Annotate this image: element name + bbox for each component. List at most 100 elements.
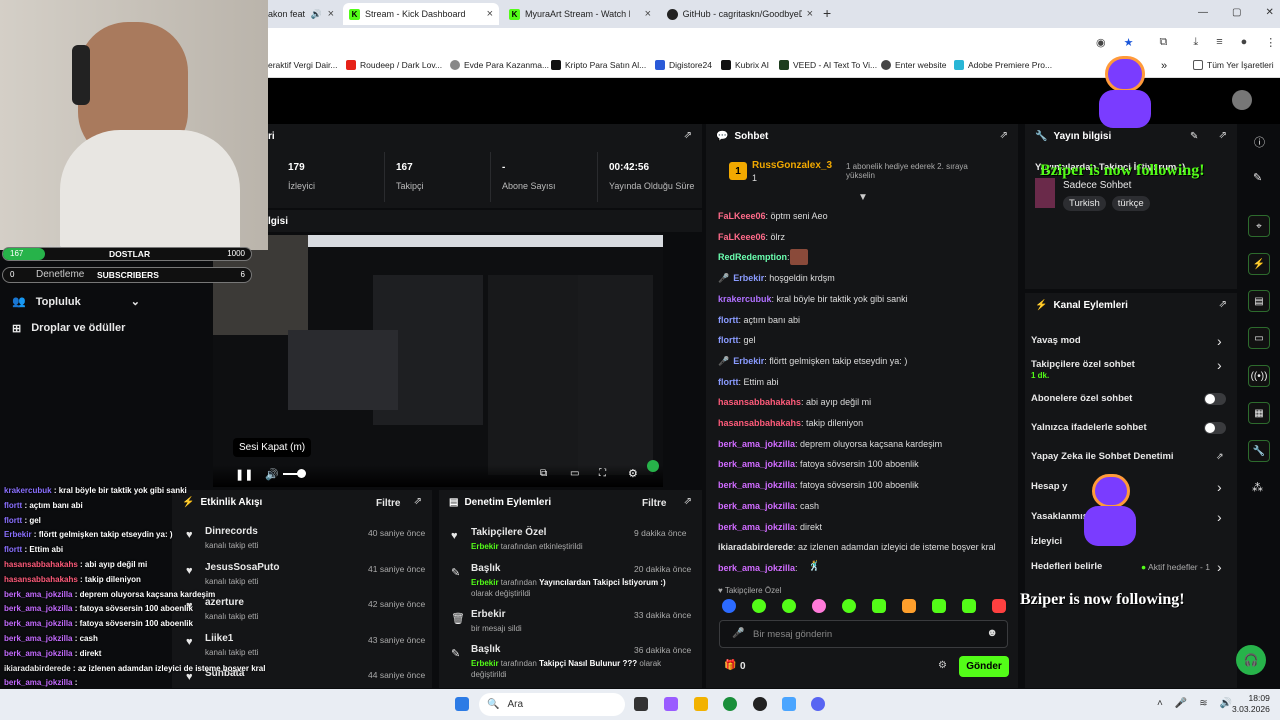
chat-username[interactable]: FaLKeee06 <box>718 211 766 221</box>
channel-action-label[interactable]: Hedefleri belirle <box>1031 561 1102 572</box>
support-button[interactable]: 🎧 <box>1236 645 1266 675</box>
browser-tab-active[interactable]: K Stream - Kick Dashboard × <box>343 3 499 25</box>
activity-name[interactable]: JesusSosaPuto <box>205 562 279 573</box>
volume-icon[interactable]: 🔊 <box>265 468 279 481</box>
bookmark[interactable]: eraktif Vergi Dair... <box>268 60 337 70</box>
channel-action-label[interactable]: Abonelere özel sohbet <box>1031 393 1132 404</box>
bolt-icon[interactable]: ⚡ <box>1248 253 1270 275</box>
tag[interactable]: Turkish <box>1063 196 1106 211</box>
extensions-icon[interactable]: ⧉ <box>1159 36 1167 49</box>
chat-username[interactable]: hasansabbahakahs <box>718 397 801 407</box>
moderation-actor[interactable]: Erbekir <box>471 659 499 668</box>
collapse-icon[interactable]: ▼ <box>858 192 868 203</box>
channel-action-label[interactable]: Yalnızca ifadelerle sohbet <box>1031 422 1147 433</box>
edit-icon[interactable]: ✎ <box>1190 131 1198 142</box>
clock[interactable]: 18:09 3.03.2026 <box>1232 693 1270 715</box>
bookmark[interactable]: Adobe Premiere Pro... <box>954 60 1052 70</box>
chevron-right-icon[interactable]: › <box>1217 559 1222 575</box>
avatar[interactable] <box>1232 90 1252 110</box>
gift-icon[interactable]: 🎁 <box>724 660 736 671</box>
close-icon[interactable]: × <box>807 8 813 20</box>
chat-username[interactable]: FaLKeee06 <box>718 232 766 242</box>
bookmark[interactable]: Kripto Para Satın Al... <box>551 60 646 70</box>
chat-username[interactable]: ikiaradabirderede <box>718 542 793 552</box>
copilot-icon[interactable] <box>664 697 678 711</box>
profile-icon[interactable]: ● <box>1241 36 1248 49</box>
channel-action-label[interactable]: Yavaş mod <box>1031 335 1081 346</box>
bookmark[interactable]: Roudeep / Dark Lov... <box>346 60 442 70</box>
obs-icon[interactable] <box>753 697 767 711</box>
chevron-right-icon[interactable]: › <box>1217 357 1222 373</box>
chat-username[interactable]: flortt <box>718 377 739 387</box>
file-explorer-icon[interactable] <box>694 697 708 711</box>
bookmark[interactable]: Digistore24 <box>655 60 712 70</box>
chat-username[interactable]: Erbekir <box>733 273 764 283</box>
wrench-icon[interactable]: 🔧 <box>1248 440 1270 462</box>
moderation-filter[interactable]: Filtre <box>642 498 666 509</box>
popout-icon[interactable]: ⇗ <box>1000 130 1008 141</box>
close-window-icon[interactable]: ✕ <box>1265 7 1273 18</box>
pip-icon[interactable]: ⧉ <box>540 468 547 479</box>
chat-icon[interactable]: ▭ <box>1248 327 1270 349</box>
emote-icon[interactable] <box>992 599 1006 613</box>
chat-username[interactable]: berk_ama_jokzilla <box>718 522 795 532</box>
chat-username[interactable]: flortt <box>718 315 739 325</box>
chat-username[interactable]: berk_ama_jokzilla <box>718 459 795 469</box>
activity-name[interactable]: Liike1 <box>205 633 233 644</box>
external-link-icon[interactable]: ⇗ <box>1216 451 1224 462</box>
maximize-icon[interactable]: ▢ <box>1232 7 1241 18</box>
chat-username[interactable]: krakercubuk <box>718 294 772 304</box>
close-icon[interactable]: × <box>487 8 493 20</box>
chevron-right-icon[interactable]: › <box>1217 509 1222 525</box>
info-icon[interactable]: ⓘ <box>1254 134 1265 150</box>
bookmark[interactable]: Evde Para Kazanma... <box>450 60 549 70</box>
pinned-user[interactable]: RussGonzalex_3 <box>752 160 832 171</box>
tag[interactable]: türkçe <box>1111 196 1150 211</box>
emote-icon[interactable] <box>812 599 826 613</box>
discord-icon[interactable] <box>811 697 825 711</box>
chat-username[interactable]: Erbekir <box>733 356 764 366</box>
taskbar-search[interactable]: 🔍 Ara <box>479 693 625 716</box>
bookmark[interactable]: VEED - AI Text To Vi... <box>779 60 877 70</box>
emote-icon[interactable] <box>722 599 736 613</box>
sidebar-item-denetleme[interactable]: Denetleme <box>36 269 84 280</box>
category[interactable]: Sadece Sohbet <box>1063 180 1131 191</box>
bookmark[interactable]: Kubrix AI <box>721 60 769 70</box>
emote-icon[interactable] <box>902 599 916 613</box>
emote-icon[interactable] <box>782 599 796 613</box>
settings-icon[interactable]: ⚙ <box>628 467 638 480</box>
broadcast-icon[interactable]: ((•)) <box>1248 365 1270 387</box>
activity-filter[interactable]: Filtre <box>376 498 400 509</box>
pause-icon[interactable]: ❚❚ <box>235 468 253 481</box>
new-tab-button[interactable]: + <box>823 5 831 21</box>
bookmark[interactable]: Enter website <box>881 60 947 70</box>
task-view-icon[interactable] <box>634 697 648 711</box>
moderation-actor[interactable]: Erbekir <box>471 542 499 551</box>
close-icon[interactable]: × <box>645 8 651 20</box>
browser-tab[interactable]: K MyuraArt Stream - Watch L × <box>503 3 657 25</box>
popout-icon[interactable]: ⇗ <box>414 496 422 507</box>
sidebar-item-topluluk[interactable]: 👥 Topluluk ⌄ <box>12 295 140 309</box>
eye-icon[interactable]: ◉ <box>1096 36 1106 49</box>
emoji-icon[interactable]: ☻ <box>986 627 998 639</box>
chat-username[interactable]: berk_ama_jokzilla <box>718 563 795 573</box>
volume-handle[interactable] <box>297 469 306 478</box>
sidebar-item-droplar[interactable]: ⊞ Droplar ve ödüller <box>12 322 125 335</box>
settings-icon[interactable]: ⚙ <box>938 660 947 671</box>
send-button[interactable]: Gönder <box>959 656 1009 677</box>
browser-tab[interactable]: akon feat 🔊 × <box>262 3 340 25</box>
emote-icon[interactable] <box>842 599 856 613</box>
chevron-up-icon[interactable]: ˄ <box>1157 698 1163 709</box>
windows-start-icon[interactable] <box>455 697 469 711</box>
chat-username[interactable]: berk_ama_jokzilla <box>718 439 795 449</box>
channel-action-label[interactable]: İzleyici <box>1031 536 1062 547</box>
app-icon[interactable] <box>782 697 796 711</box>
all-bookmarks[interactable]: Tüm Yer İşaretleri <box>1193 60 1274 70</box>
star-icon[interactable]: ★ <box>1124 36 1134 49</box>
chevron-right-icon[interactable]: › <box>1217 479 1222 495</box>
toggle-switch[interactable] <box>1204 393 1226 405</box>
share-icon[interactable]: ⁂ <box>1252 481 1263 494</box>
emote-icon[interactable] <box>932 599 946 613</box>
popout-icon[interactable]: ⇗ <box>684 130 692 141</box>
popout-icon[interactable]: ⇗ <box>1219 299 1227 310</box>
